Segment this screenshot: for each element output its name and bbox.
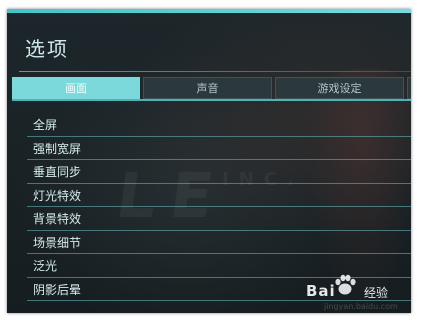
tab-sound[interactable]: 声音 bbox=[143, 77, 272, 99]
page-title: 选项 bbox=[25, 37, 69, 61]
top-accent-bar bbox=[7, 9, 411, 13]
baidu-jingyan-watermark: Bai 经验 jingyan.baidu.com bbox=[302, 272, 420, 320]
setting-background-effects[interactable]: 背景特效 bbox=[27, 207, 411, 231]
setting-fullscreen[interactable]: 全屏 bbox=[27, 113, 411, 137]
tab-underline bbox=[12, 99, 411, 101]
tab-graphics[interactable]: 画面 bbox=[12, 77, 140, 99]
setting-label: 强制宽屏 bbox=[33, 141, 82, 156]
tab-bar: 画面 声音 游戏设定 bbox=[12, 77, 411, 101]
setting-force-widescreen[interactable]: 强制宽屏 bbox=[27, 137, 411, 160]
setting-lighting-effects[interactable]: 灯光特效 bbox=[27, 184, 411, 207]
setting-scene-detail[interactable]: 场景细节 bbox=[27, 231, 411, 254]
title-divider bbox=[19, 71, 411, 72]
setting-label: 阴影后晕 bbox=[33, 282, 82, 297]
watermark-brand-suffix: 经验 bbox=[364, 286, 389, 300]
setting-vsync[interactable]: 垂直同步 bbox=[27, 160, 411, 184]
setting-label: 全屏 bbox=[33, 118, 58, 132]
tab-more[interactable] bbox=[407, 77, 411, 99]
setting-label: 背景特效 bbox=[33, 212, 82, 226]
watermark-brand: Bai bbox=[306, 282, 336, 300]
setting-label: 场景细节 bbox=[33, 235, 82, 250]
setting-label: 泛光 bbox=[33, 259, 58, 273]
setting-label: 垂直同步 bbox=[33, 165, 82, 179]
watermark-url: jingyan.baidu.com bbox=[324, 302, 398, 311]
setting-label: 灯光特效 bbox=[33, 188, 82, 203]
tab-game-settings[interactable]: 游戏设定 bbox=[275, 77, 404, 99]
options-window: LE INC. 选项 画面 声音 游戏设定 全屏 强制宽屏 垂直同步 灯光特效 … bbox=[7, 9, 411, 313]
